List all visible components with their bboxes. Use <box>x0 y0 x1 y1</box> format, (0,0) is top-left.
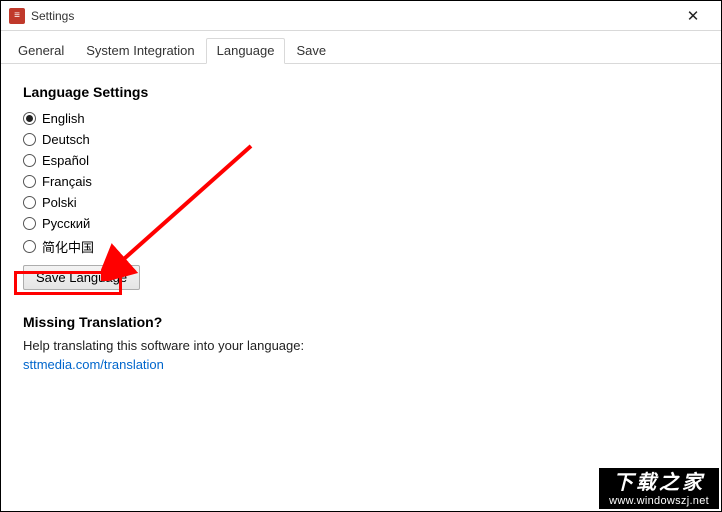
radio-deutsch[interactable]: Deutsch <box>23 129 699 150</box>
missing-translation-heading: Missing Translation? <box>23 314 699 330</box>
tab-label: Language <box>217 43 275 58</box>
radio-label: Français <box>42 174 92 189</box>
save-language-button[interactable]: Save Language <box>23 265 140 290</box>
button-label: Save Language <box>36 270 127 285</box>
tab-strip: General System Integration Language Save <box>1 31 721 64</box>
radio-icon <box>23 154 36 167</box>
titlebar: ≡ Settings ✕ <box>1 1 721 31</box>
radio-english[interactable]: English <box>23 108 699 129</box>
watermark-text: 下载之家 <box>609 471 709 495</box>
close-button[interactable]: ✕ <box>673 3 713 28</box>
window-title: Settings <box>31 9 673 23</box>
radio-espanol[interactable]: Español <box>23 150 699 171</box>
tab-save[interactable]: Save <box>285 38 337 64</box>
translation-link[interactable]: sttmedia.com/translation <box>23 357 164 372</box>
radio-label: English <box>42 111 85 126</box>
watermark-url: www.windowszj.net <box>609 495 709 508</box>
tab-label: Save <box>296 43 326 58</box>
radio-label: 简化中国 <box>42 237 94 256</box>
radio-label: Polski <box>42 195 77 210</box>
radio-label: Deutsch <box>42 132 90 147</box>
radio-icon <box>23 217 36 230</box>
radio-label: Русский <box>42 216 90 231</box>
radio-icon <box>23 196 36 209</box>
radio-icon <box>23 112 36 125</box>
radio-icon <box>23 240 36 253</box>
radio-polski[interactable]: Polski <box>23 192 699 213</box>
tab-system-integration[interactable]: System Integration <box>75 38 205 64</box>
tab-general[interactable]: General <box>7 38 75 64</box>
watermark: 下载之家 www.windowszj.net <box>599 468 719 509</box>
radio-label: Español <box>42 153 89 168</box>
app-icon: ≡ <box>9 8 25 24</box>
radio-simplified-chinese[interactable]: 简化中国 <box>23 234 699 259</box>
tab-label: General <box>18 43 64 58</box>
tab-content: Language Settings English Deutsch Españo… <box>1 64 721 392</box>
tab-label: System Integration <box>86 43 194 58</box>
radio-russian[interactable]: Русский <box>23 213 699 234</box>
missing-translation-text: Help translating this software into your… <box>23 338 699 353</box>
language-settings-heading: Language Settings <box>23 84 699 100</box>
tab-language[interactable]: Language <box>206 38 286 64</box>
radio-icon <box>23 133 36 146</box>
radio-icon <box>23 175 36 188</box>
missing-translation-section: Missing Translation? Help translating th… <box>23 314 699 372</box>
radio-francais[interactable]: Français <box>23 171 699 192</box>
